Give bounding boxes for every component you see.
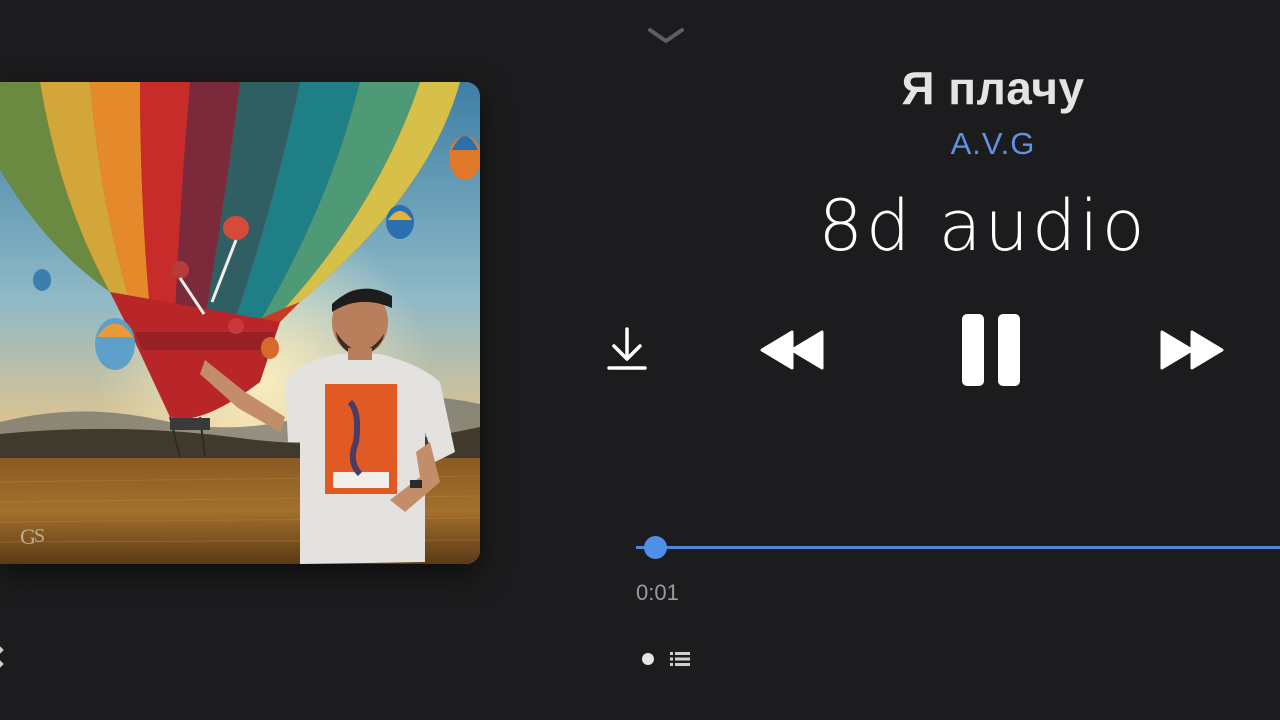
side-handle-icon[interactable] bbox=[0, 640, 8, 674]
track-title: Я плачу bbox=[901, 62, 1085, 114]
previous-button[interactable] bbox=[758, 328, 826, 372]
download-button[interactable] bbox=[606, 326, 648, 372]
seek-thumb[interactable] bbox=[644, 536, 667, 559]
page-indicator-dot[interactable] bbox=[642, 653, 654, 665]
collapse-button[interactable] bbox=[644, 22, 688, 48]
chevron-down-icon bbox=[648, 28, 684, 43]
download-icon bbox=[607, 327, 647, 370]
pause-icon bbox=[962, 314, 1020, 386]
elapsed-time: 0:01 bbox=[636, 580, 679, 605]
now-playing-screen: G S Я плачу A.V.G 8d audio 0:01 bbox=[0, 0, 1280, 720]
fast-forward-icon bbox=[1160, 330, 1224, 370]
list-icon bbox=[670, 652, 690, 666]
svg-text:S: S bbox=[34, 525, 45, 547]
queue-button[interactable] bbox=[670, 651, 690, 667]
track-artist[interactable]: A.V.G bbox=[760, 126, 1226, 162]
rewind-icon bbox=[760, 330, 824, 370]
album-artwork: G S bbox=[0, 82, 480, 564]
overlay-caption: 8d audio bbox=[818, 185, 1148, 267]
next-button[interactable] bbox=[1158, 328, 1226, 372]
pause-button[interactable] bbox=[958, 312, 1024, 388]
seek-bar[interactable] bbox=[636, 546, 1280, 549]
